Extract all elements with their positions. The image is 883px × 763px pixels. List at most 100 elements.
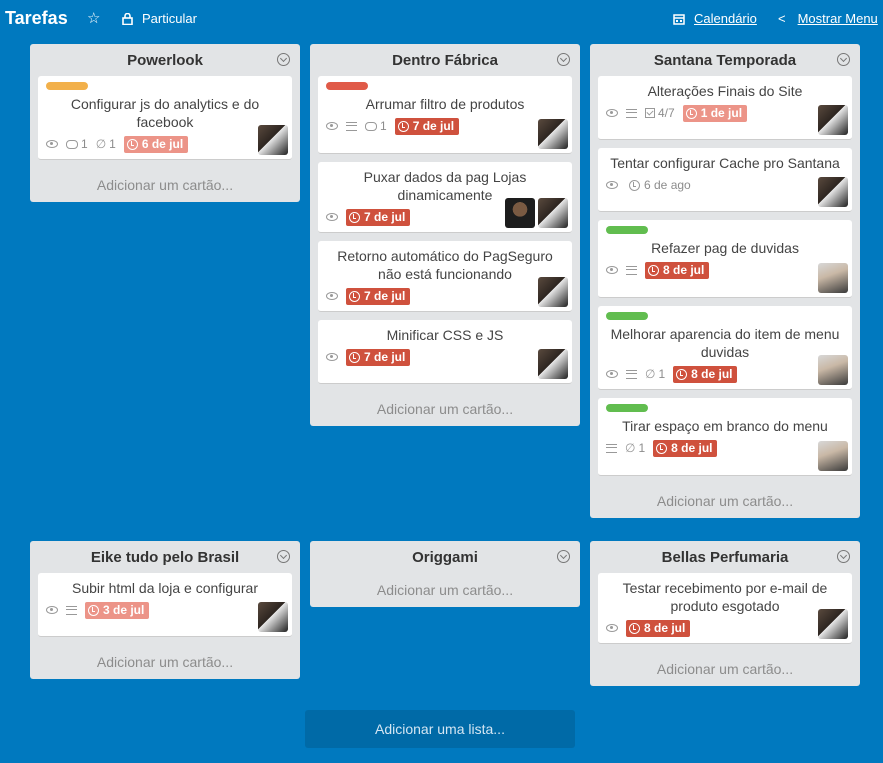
card[interactable]: Testar recebimento por e-mail de produto…	[598, 573, 852, 644]
eye-icon	[606, 266, 618, 274]
paperclip-icon: ∅	[95, 137, 107, 151]
checklist-count: 4/7	[658, 106, 675, 120]
card[interactable]: Tentar configurar Cache pro Santana 6 de …	[598, 148, 852, 212]
card[interactable]: Refazer pag de duvidas 8 de jul	[598, 220, 852, 298]
card[interactable]: Minificar CSS e JS 7 de jul	[318, 320, 572, 384]
description-badge	[626, 108, 637, 118]
watch-badge	[606, 181, 618, 189]
card-label[interactable]	[606, 312, 648, 320]
due-date-badge[interactable]: 7 de jul	[346, 348, 411, 366]
list-menu-icon[interactable]	[837, 53, 850, 66]
card[interactable]: Alterações Finais do Site 4/7 1 de jul	[598, 76, 852, 140]
member-avatar[interactable]	[258, 602, 288, 632]
checklist-icon	[645, 108, 655, 118]
due-date-badge[interactable]: 8 de jul	[673, 365, 738, 383]
member-avatar[interactable]	[538, 349, 568, 379]
member-avatar[interactable]	[818, 263, 848, 293]
attachments-badge: ∅ 1	[645, 367, 665, 381]
comments-badge: 1	[365, 119, 387, 133]
due-date-badge[interactable]: 8 de jul	[653, 439, 718, 457]
list-title[interactable]: Eike tudo pelo Brasil	[30, 549, 300, 566]
member-avatar[interactable]	[818, 355, 848, 385]
due-date-badge[interactable]: 8 de jul	[645, 261, 710, 279]
privacy-button[interactable]: Particular	[122, 11, 197, 26]
due-date-badge[interactable]: 7 de jul	[346, 287, 411, 305]
member-avatar[interactable]	[505, 198, 535, 228]
calendar-link[interactable]: Calendário	[673, 11, 757, 26]
list-title[interactable]: Santana Temporada	[590, 52, 860, 69]
card[interactable]: Subir html da loja e configurar 3 de jul	[38, 573, 292, 637]
member-avatar[interactable]	[818, 177, 848, 207]
card-badges: 4/7 1 de jul	[606, 104, 844, 122]
card[interactable]: Retorno automático do PagSeguro não está…	[318, 241, 572, 312]
board-title[interactable]: Tarefas	[5, 8, 68, 29]
add-card-button[interactable]: Adicionar um cartão...	[30, 168, 300, 202]
card-badges: 6 de ago	[606, 176, 844, 194]
card[interactable]: Tirar espaço em branco do menu ∅ 1 8 de jul	[598, 398, 852, 476]
clock-icon	[629, 179, 640, 191]
card-label[interactable]	[606, 226, 648, 234]
comments-badge: 1	[66, 137, 88, 151]
list-title[interactable]: Bellas Perfumaria	[590, 549, 860, 566]
list-title[interactable]: Origgami	[310, 549, 580, 566]
description-icon	[66, 605, 77, 615]
card-members	[815, 609, 848, 639]
member-avatar[interactable]	[538, 119, 568, 149]
list-menu-icon[interactable]	[557, 550, 570, 563]
card[interactable]: Melhorar aparencia do item de menu duvid…	[598, 306, 852, 390]
due-date-label: 1 de jul	[700, 106, 743, 120]
add-card-button[interactable]: Adicionar um cartão...	[310, 573, 580, 607]
card-title: Tentar configurar Cache pro Santana	[610, 155, 840, 171]
lock-icon	[122, 12, 133, 25]
due-date-badge[interactable]: 1 de jul	[682, 104, 748, 122]
card-label[interactable]	[326, 82, 368, 90]
eye-icon	[326, 122, 338, 130]
list-menu-icon[interactable]	[277, 53, 290, 66]
star-icon[interactable]: ☆	[87, 9, 100, 27]
card[interactable]: Configurar js do analytics e do facebook…	[38, 76, 292, 160]
comments-count: 1	[380, 119, 387, 133]
board-header: Tarefas ☆ Particular Calendário < Mostra…	[0, 0, 883, 38]
watch-badge	[606, 370, 618, 378]
card[interactable]: Puxar dados da pag Lojas dinamicamente 7 …	[318, 162, 572, 233]
description-badge	[66, 605, 77, 615]
member-avatar[interactable]	[818, 609, 848, 639]
due-date-badge[interactable]: 6 de ago	[626, 177, 696, 194]
show-menu-label: Mostrar Menu	[797, 11, 878, 26]
due-date-badge[interactable]: 7 de jul	[394, 117, 460, 135]
add-card-button[interactable]: Adicionar um cartão...	[30, 645, 300, 679]
attachments-badge: ∅ 1	[625, 441, 645, 455]
list-title[interactable]: Powerlook	[30, 52, 300, 69]
watch-badge	[606, 624, 618, 632]
due-date-badge[interactable]: 6 de jul	[123, 135, 189, 153]
watch-badge	[326, 122, 338, 130]
list-title[interactable]: Dentro Fábrica	[310, 52, 580, 69]
list-menu-icon[interactable]	[557, 53, 570, 66]
description-badge	[606, 443, 617, 453]
add-card-button[interactable]: Adicionar um cartão...	[590, 484, 860, 518]
card-label[interactable]	[606, 404, 648, 412]
add-list-button[interactable]: Adicionar uma lista...	[305, 710, 575, 748]
card-members	[255, 125, 288, 155]
member-avatar[interactable]	[538, 277, 568, 307]
list-menu-icon[interactable]	[277, 550, 290, 563]
due-date-badge[interactable]: 7 de jul	[346, 208, 411, 226]
member-avatar[interactable]	[818, 105, 848, 135]
card-badges: 7 de jul	[326, 287, 564, 305]
card-members	[535, 349, 568, 379]
due-date-badge[interactable]: 3 de jul	[85, 601, 150, 619]
due-date-label: 8 de jul	[671, 441, 713, 455]
due-date-label: 7 de jul	[364, 210, 406, 224]
member-avatar[interactable]	[818, 441, 848, 471]
add-card-button[interactable]: Adicionar um cartão...	[310, 392, 580, 426]
member-avatar[interactable]	[258, 125, 288, 155]
add-card-button[interactable]: Adicionar um cartão...	[590, 652, 860, 686]
show-menu-link[interactable]: < Mostrar Menu	[778, 11, 878, 26]
member-avatar[interactable]	[538, 198, 568, 228]
due-date-label: 3 de jul	[103, 603, 145, 617]
card-label[interactable]	[46, 82, 88, 90]
due-date-badge[interactable]: 8 de jul	[626, 619, 691, 637]
card[interactable]: Arrumar filtro de produtos 1 7 de jul	[318, 76, 572, 154]
watch-badge	[46, 140, 58, 148]
list-menu-icon[interactable]	[837, 550, 850, 563]
